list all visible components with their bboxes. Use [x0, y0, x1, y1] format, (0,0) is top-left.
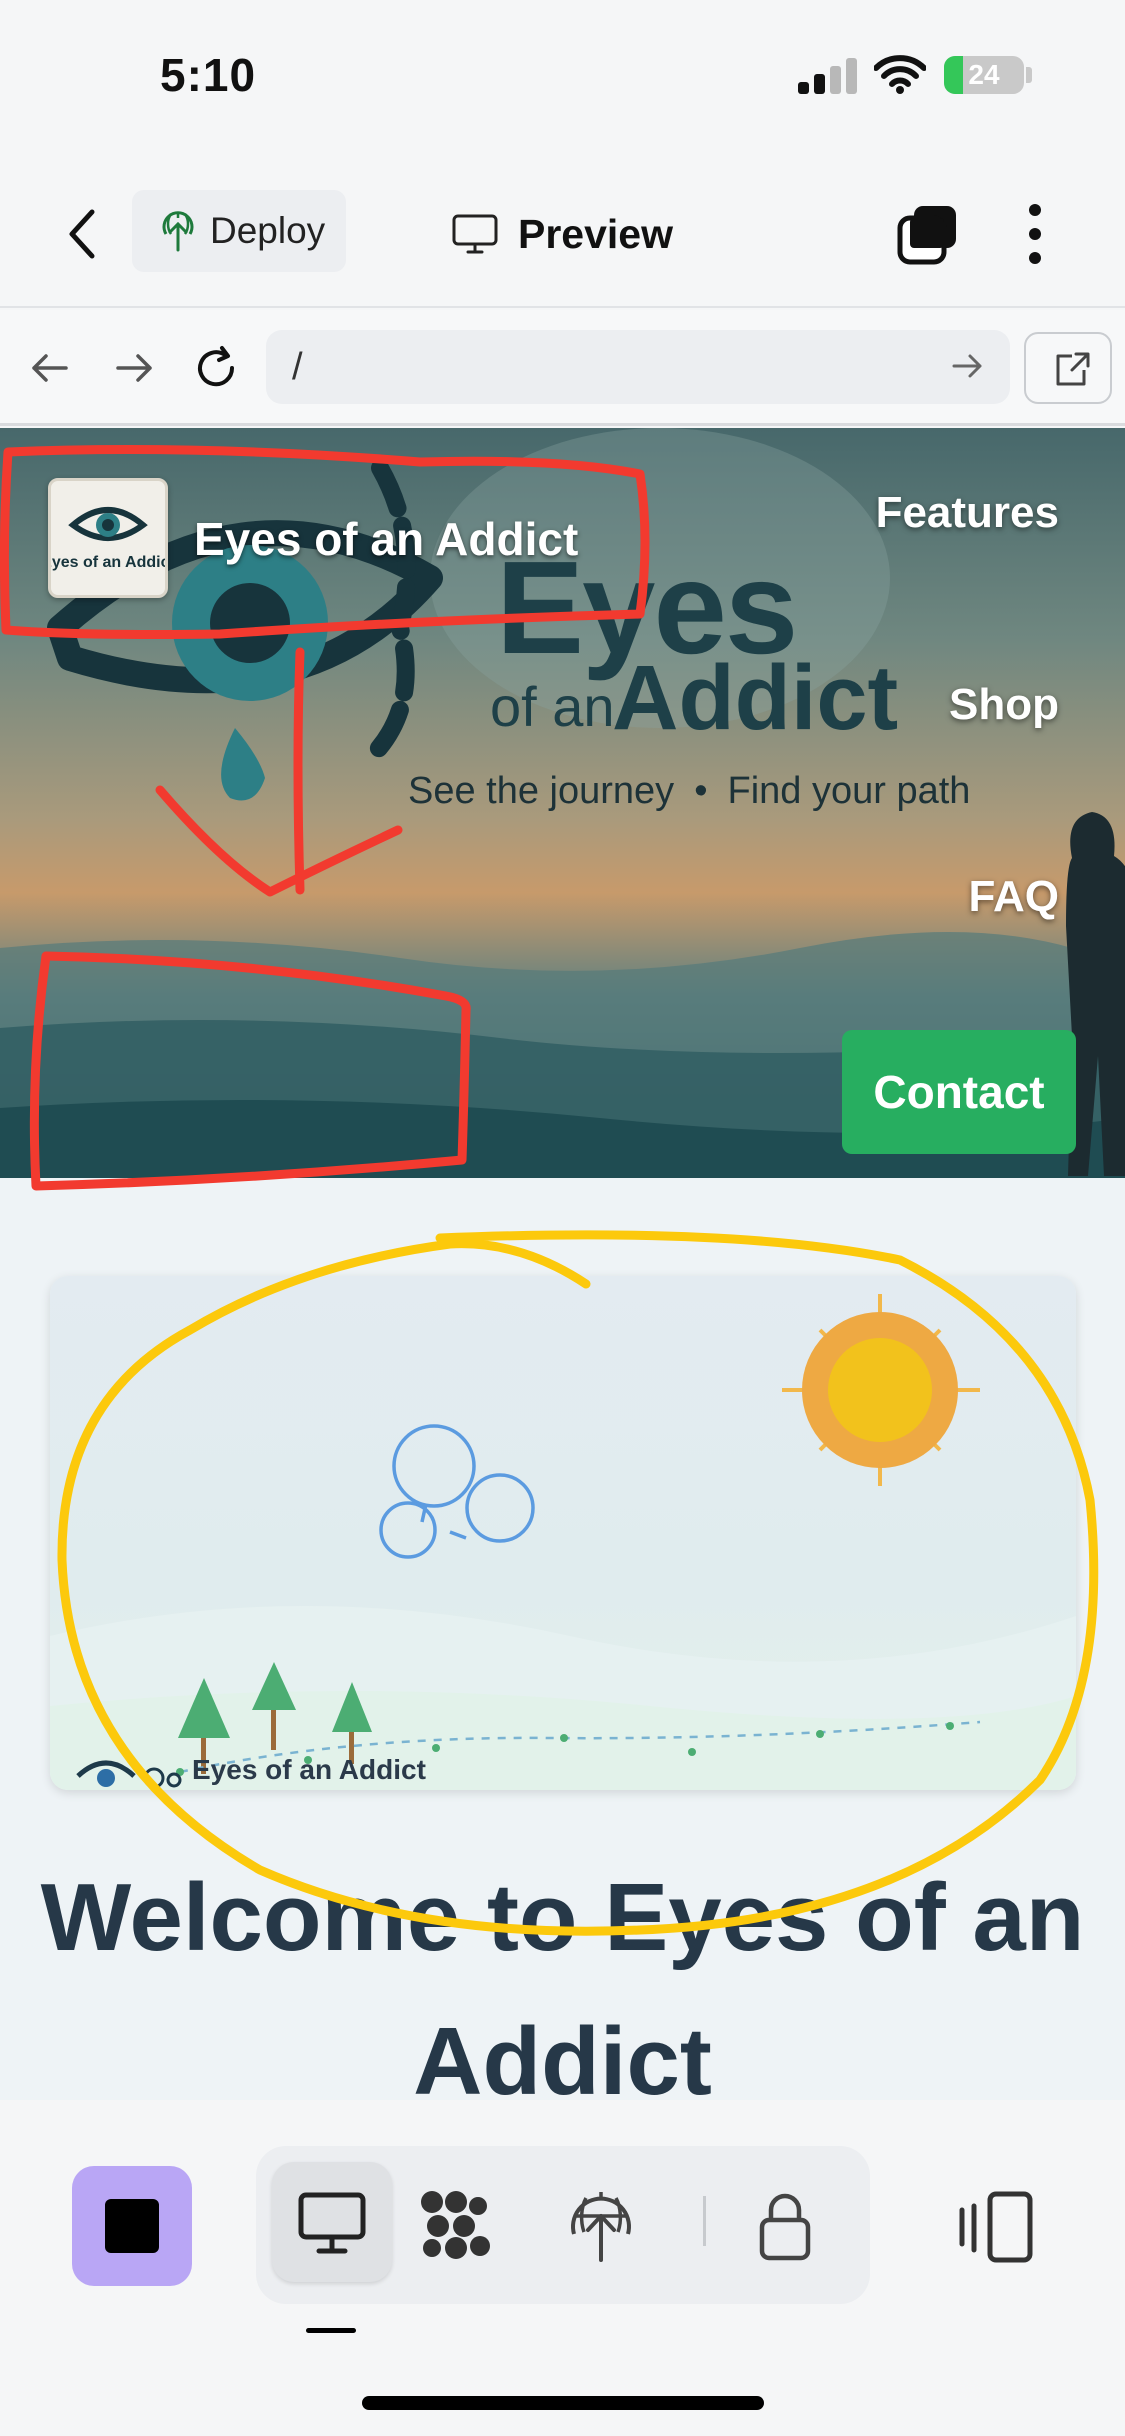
- hero-brand-of-an: of an: [490, 675, 615, 738]
- tagline-part-1: See the journey: [408, 770, 675, 812]
- hero-tagline: See the journey • Find your path: [408, 770, 970, 813]
- app-toolbar: Deploy Preview: [0, 160, 1125, 308]
- home-indicator[interactable]: [362, 2396, 764, 2410]
- browser-url-bar: /: [0, 310, 1125, 426]
- desktop-view-button[interactable]: [272, 2162, 392, 2282]
- hero-brand-addict: Addict: [612, 647, 899, 749]
- deploy-label: Deploy: [210, 210, 326, 251]
- bottom-dock: [0, 2102, 1125, 2436]
- wifi-icon: [874, 55, 926, 94]
- active-indicator: [306, 2328, 356, 2333]
- tagline-part-2: Find your path: [727, 770, 971, 812]
- sun-icon: [782, 1294, 980, 1486]
- status-time: 5:10: [160, 49, 257, 101]
- scene-artwork: [50, 1294, 1076, 1790]
- segment-divider: [703, 2196, 706, 2246]
- reload-icon[interactable]: [192, 344, 240, 392]
- deploy-icon[interactable]: [562, 2186, 640, 2264]
- lock-icon[interactable]: [746, 2186, 824, 2264]
- stop-icon: [105, 2199, 159, 2253]
- nav-link-shop[interactable]: Shop: [949, 680, 1059, 730]
- battery-icon: 24: [944, 56, 1024, 94]
- welcome-heading: Welcome to Eyes of an Addict: [40, 1864, 1085, 2115]
- more-options-icon[interactable]: [1010, 200, 1060, 268]
- nav-link-faq[interactable]: FAQ: [969, 872, 1059, 922]
- desktop-icon: [452, 214, 498, 254]
- battery-cap: [1026, 67, 1032, 83]
- url-go-icon[interactable]: [948, 346, 988, 386]
- site-logo-text: Eyes of an Addict: [51, 554, 165, 571]
- browser-back-icon[interactable]: [26, 344, 74, 392]
- hero-section: Eyes of an Addict Eyes of an Addict Eyes…: [0, 428, 1125, 1178]
- deploy-icon: [162, 211, 194, 252]
- url-text: /: [292, 345, 303, 388]
- view-switcher: [256, 2146, 870, 2304]
- tabs-icon[interactable]: [896, 202, 960, 266]
- site-logo[interactable]: Eyes of an Addict: [41, 478, 176, 598]
- preview-label: Preview: [518, 210, 673, 257]
- bubbles-icon[interactable]: [416, 2186, 494, 2264]
- screen: 5:10 24 Deploy Preview / yes of an Addi …: [0, 0, 1125, 2436]
- preview-tab[interactable]: Preview: [452, 204, 673, 264]
- scene-illustration: Eyes of an Addict: [50, 1276, 1076, 1790]
- browser-forward-icon[interactable]: [110, 344, 158, 392]
- url-field[interactable]: /: [266, 330, 1010, 404]
- tagline-separator: •: [694, 770, 708, 812]
- site-logo-icon: Eyes of an Addict: [41, 507, 176, 571]
- bubbles-icon: [379, 1424, 535, 1559]
- nav-link-features[interactable]: Features: [876, 488, 1059, 538]
- device-toggle-icon[interactable]: [956, 2188, 1036, 2266]
- deploy-button[interactable]: Deploy: [132, 190, 346, 272]
- cellular-signal-icon: [798, 58, 858, 94]
- back-chevron-icon[interactable]: [58, 204, 108, 264]
- desktop-icon: [298, 2192, 366, 2254]
- contact-button[interactable]: Contact: [842, 1030, 1076, 1154]
- status-bar: 5:10 24: [0, 0, 1125, 150]
- open-external-icon: [1056, 352, 1090, 386]
- stop-button[interactable]: [72, 2166, 192, 2286]
- open-external-button[interactable]: [1024, 332, 1112, 404]
- scene-caption: Eyes of an Addict: [192, 1754, 426, 1785]
- battery-percentage: 24: [968, 59, 1000, 90]
